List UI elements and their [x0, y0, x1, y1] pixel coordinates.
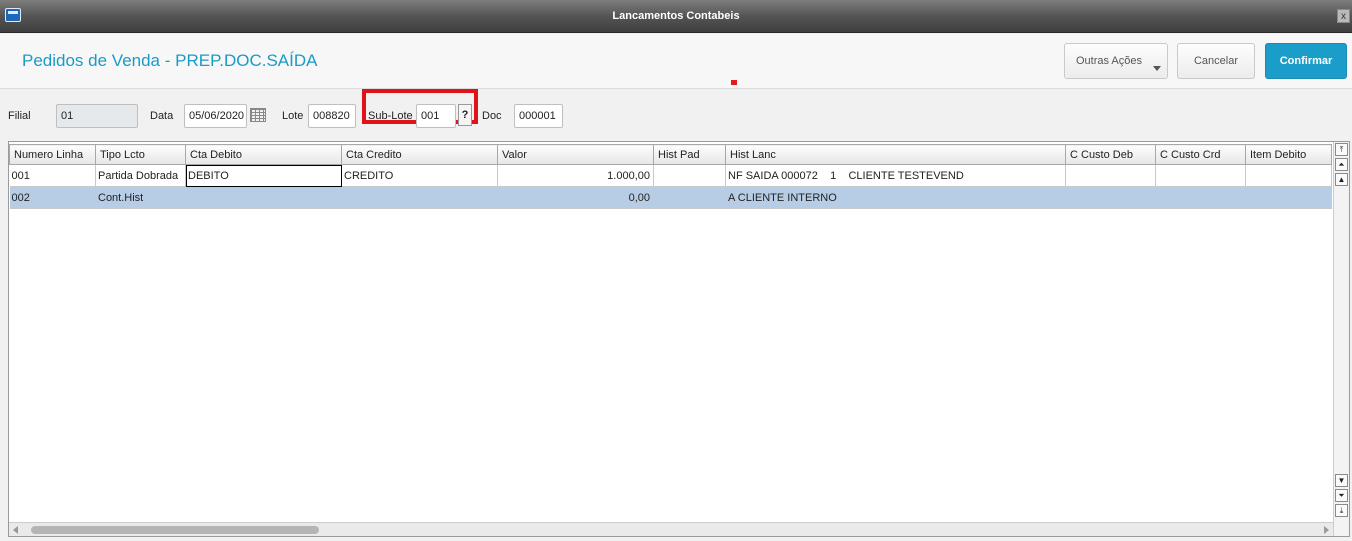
scroll-bottom-icon[interactable]: ⤓	[1335, 504, 1348, 517]
scroll-down-icon[interactable]: ▼	[1335, 474, 1348, 487]
column-header[interactable]: C Custo Crd	[1155, 144, 1246, 165]
entries-table: Numero Linha Tipo Lcto Cta Debito Cta Cr…	[9, 144, 1332, 209]
data-field[interactable]: 05/06/2020	[184, 104, 247, 128]
scroll-page-up-icon[interactable]: ⏶	[1335, 158, 1348, 171]
outras-acoes-label: Outras Ações	[1075, 55, 1143, 67]
doc-field[interactable]: 000001	[514, 104, 563, 128]
table-cell[interactable]: NF SAIDA 000072 1 CLIENTE TESTEVEND	[725, 164, 1066, 187]
column-header[interactable]: Hist Pad	[653, 144, 726, 165]
table-header-row: Numero Linha Tipo Lcto Cta Debito Cta Cr…	[9, 144, 1332, 165]
table-cell[interactable]: 1.000,00	[497, 164, 654, 187]
lote-label: Lote	[282, 110, 304, 122]
entries-grid[interactable]: Numero Linha Tipo Lcto Cta Debito Cta Cr…	[8, 141, 1350, 537]
scroll-top-icon[interactable]: ⤒	[1335, 143, 1348, 156]
column-header[interactable]: Cta Debito	[185, 144, 342, 165]
column-header[interactable]: Item Debito	[1245, 144, 1332, 165]
sublote-label: Sub-Lote	[368, 110, 413, 122]
table-cell[interactable]	[1065, 186, 1156, 209]
table-cell[interactable]: Partida Dobrada	[95, 164, 186, 187]
marker-dot	[731, 80, 737, 85]
window-titlebar: Lancamentos Contabeis x	[0, 0, 1352, 33]
table-cell[interactable]	[1245, 186, 1332, 209]
table-cell[interactable]	[653, 164, 726, 187]
close-icon[interactable]: x	[1337, 9, 1350, 23]
table-cell[interactable]	[341, 186, 498, 209]
filial-field[interactable]: 01	[56, 104, 138, 128]
doc-label: Doc	[482, 110, 502, 122]
table-cell[interactable]	[1155, 164, 1246, 187]
horizontal-scrollbar[interactable]	[9, 522, 1333, 536]
table-cell[interactable]	[185, 186, 342, 209]
table-cell[interactable]	[1065, 164, 1156, 187]
table-cell[interactable]: CREDITO	[341, 164, 498, 187]
horizontal-scroll-thumb[interactable]	[31, 526, 319, 534]
scroll-page-down-icon[interactable]: ⏷	[1335, 489, 1348, 502]
table-row[interactable]: 001 Partida Dobrada DEBITO CREDITO 1.000…	[9, 164, 1332, 187]
table-row-selected[interactable]: 002 Cont.Hist 0,00 A CLIENTE INTERNO	[9, 186, 1332, 209]
table-cell[interactable]: 0,00	[497, 186, 654, 209]
table-cell[interactable]: A CLIENTE INTERNO	[725, 186, 1066, 209]
column-header[interactable]: C Custo Deb	[1065, 144, 1156, 165]
calendar-icon[interactable]	[250, 108, 266, 122]
table-cell-focused[interactable]: DEBITO	[185, 164, 342, 187]
column-header[interactable]: Numero Linha	[9, 144, 96, 165]
outras-acoes-button[interactable]: Outras Ações	[1064, 43, 1168, 79]
table-cell[interactable]: Cont.Hist	[95, 186, 186, 209]
sublote-field[interactable]: 001	[416, 104, 456, 128]
chevron-down-icon	[1153, 66, 1161, 71]
vertical-scrollbar[interactable]: ⤒ ⏶ ▲ ▼ ⏷ ⤓	[1333, 142, 1349, 536]
column-header[interactable]: Tipo Lcto	[95, 144, 186, 165]
column-header[interactable]: Cta Credito	[341, 144, 498, 165]
column-header[interactable]: Valor	[497, 144, 654, 165]
window-title: Lancamentos Contabeis	[612, 10, 740, 22]
table-cell[interactable]: 001	[9, 164, 96, 187]
scroll-up-icon[interactable]: ▲	[1335, 173, 1348, 186]
lote-field[interactable]: 008820	[308, 104, 356, 128]
data-label: Data	[150, 110, 174, 122]
table-cell[interactable]: 002	[9, 186, 96, 209]
page-header: Pedidos de Venda - PREP.DOC.SAÍDA Outras…	[0, 34, 1352, 89]
confirm-button[interactable]: Confirmar	[1265, 43, 1347, 79]
sublote-lookup-button[interactable]: ?	[458, 104, 472, 126]
page-title: Pedidos de Venda - PREP.DOC.SAÍDA	[22, 51, 318, 70]
cancel-button[interactable]: Cancelar	[1177, 43, 1255, 79]
column-header[interactable]: Hist Lanc	[725, 144, 1066, 165]
table-cell[interactable]	[1245, 164, 1332, 187]
table-cell[interactable]	[1155, 186, 1246, 209]
filial-label: Filial	[8, 110, 31, 122]
scroll-right-icon[interactable]	[1324, 526, 1329, 534]
scroll-left-icon[interactable]	[13, 526, 18, 534]
table-cell[interactable]	[653, 186, 726, 209]
